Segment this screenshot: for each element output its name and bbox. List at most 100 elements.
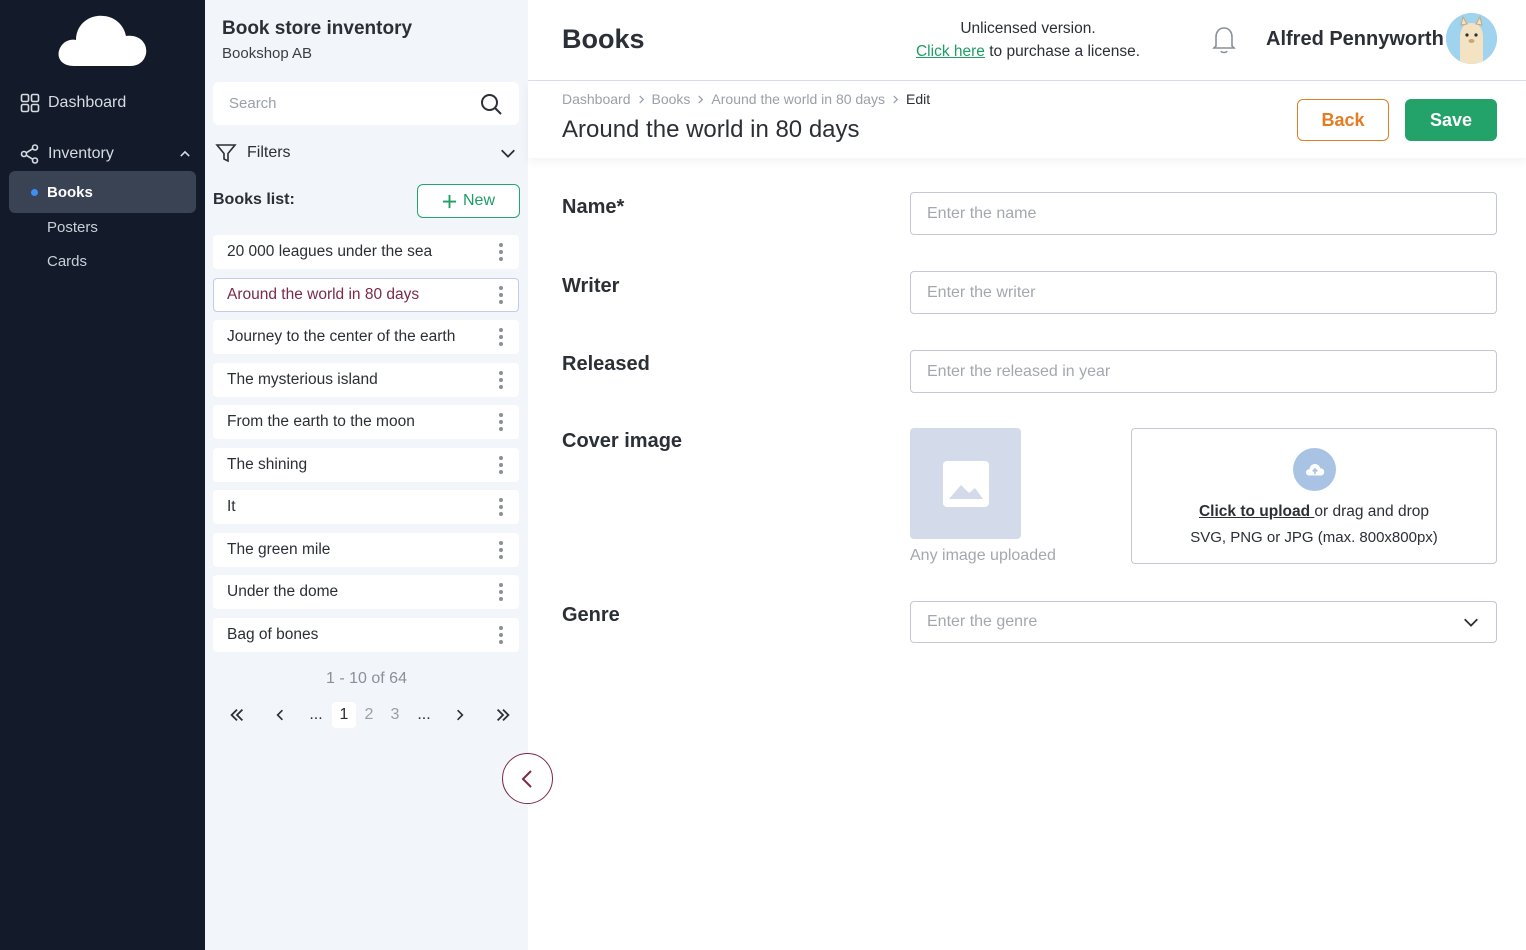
page-3[interactable]: 3 bbox=[385, 702, 405, 728]
genre-placeholder: Enter the genre bbox=[927, 613, 1038, 630]
last-page-icon[interactable] bbox=[489, 702, 517, 728]
name-label: Name* bbox=[562, 196, 625, 218]
avatar[interactable] bbox=[1446, 13, 1497, 64]
license-rest: to purchase a license. bbox=[984, 43, 1140, 60]
more-vertical-icon[interactable] bbox=[492, 239, 510, 265]
main-content: Books Unlicensed version. Click here to … bbox=[528, 0, 1526, 950]
genre-select[interactable]: Enter the genre bbox=[910, 601, 1497, 643]
book-title: From the earth to the moon bbox=[227, 413, 415, 430]
chevron-right-icon bbox=[698, 94, 704, 104]
cover-image-caption: Any image uploaded bbox=[910, 547, 1056, 564]
breadcrumb-item[interactable]: Dashboard bbox=[562, 91, 631, 107]
back-button[interactable]: Back bbox=[1297, 99, 1389, 141]
book-title: It bbox=[227, 498, 236, 515]
cloud-icon[interactable] bbox=[56, 12, 148, 68]
cover-image-preview bbox=[910, 428, 1021, 539]
store-subtitle: Bookshop AB bbox=[222, 45, 313, 62]
more-vertical-icon[interactable] bbox=[492, 324, 510, 350]
filter-funnel-icon bbox=[215, 144, 237, 163]
sidebar-item-cards[interactable]: Cards bbox=[9, 240, 196, 282]
chevron-down-icon bbox=[1464, 618, 1478, 627]
book-title: The shining bbox=[227, 455, 308, 473]
search-icon[interactable] bbox=[479, 92, 503, 116]
upload-dropzone[interactable]: Click to upload or drag and drop SVG, PN… bbox=[1131, 428, 1497, 564]
collapse-panel-button[interactable] bbox=[502, 753, 553, 804]
purchase-license-link[interactable]: Click here bbox=[916, 43, 985, 60]
breadcrumb: Dashboard Books Around the world in 80 d… bbox=[562, 91, 930, 107]
nav-inventory-label: Inventory bbox=[48, 145, 114, 162]
more-vertical-icon[interactable] bbox=[492, 579, 510, 605]
more-vertical-icon[interactable] bbox=[492, 282, 510, 308]
new-book-label: New bbox=[462, 192, 495, 209]
list-item-selected[interactable]: Around the world in 80 days bbox=[213, 277, 519, 312]
name-field[interactable] bbox=[910, 192, 1497, 235]
breadcrumb-item[interactable]: Books bbox=[652, 91, 691, 107]
page-1[interactable]: 1 bbox=[332, 702, 356, 728]
next-page-icon[interactable] bbox=[449, 702, 471, 728]
list-item[interactable]: Under the dome bbox=[213, 575, 519, 609]
more-vertical-icon[interactable] bbox=[492, 537, 510, 563]
dashboard-grid-icon bbox=[20, 93, 40, 113]
more-vertical-icon[interactable] bbox=[492, 622, 510, 648]
more-vertical-icon[interactable] bbox=[492, 494, 510, 520]
list-item[interactable]: The shining bbox=[213, 447, 519, 482]
nav-inventory[interactable]: Inventory bbox=[20, 144, 192, 164]
user-name[interactable]: Alfred Pennyworth bbox=[1266, 28, 1444, 51]
save-button[interactable]: Save bbox=[1405, 99, 1497, 141]
upload-rest: or drag and drop bbox=[1314, 503, 1429, 520]
chevron-down-icon[interactable] bbox=[499, 144, 517, 162]
list-item[interactable]: The green mile bbox=[213, 532, 519, 567]
pagination-ellipsis: ... bbox=[309, 706, 323, 723]
released-field[interactable] bbox=[910, 350, 1497, 393]
list-item[interactable]: 20 000 leagues under the sea bbox=[213, 235, 519, 269]
search-box[interactable] bbox=[213, 82, 519, 125]
list-item[interactable]: The mysterious island bbox=[213, 362, 519, 397]
click-to-upload-link[interactable]: Click to upload bbox=[1199, 503, 1314, 520]
first-page-icon[interactable] bbox=[223, 702, 251, 728]
book-title: Journey to the center of the earth bbox=[227, 328, 456, 345]
image-placeholder-icon bbox=[942, 460, 989, 507]
chevron-up-icon[interactable] bbox=[178, 147, 192, 161]
sidebar-item-label: Books bbox=[47, 183, 93, 201]
pagination-ellipsis: ... bbox=[417, 706, 431, 723]
book-title: 20 000 leagues under the sea bbox=[227, 243, 433, 260]
prev-page-icon[interactable] bbox=[269, 702, 291, 728]
list-item[interactable]: It bbox=[213, 490, 519, 524]
search-input[interactable] bbox=[229, 95, 479, 112]
genre-label: Genre bbox=[562, 604, 620, 626]
bell-icon[interactable] bbox=[1208, 22, 1240, 56]
filters-label: Filters bbox=[247, 144, 291, 161]
list-item[interactable]: From the earth to the moon bbox=[213, 405, 519, 439]
books-list-label: Books list: bbox=[213, 191, 295, 208]
pagination-range: 1 - 10 of 64 bbox=[326, 670, 407, 687]
page-2[interactable]: 2 bbox=[359, 702, 379, 728]
more-vertical-icon[interactable] bbox=[492, 452, 510, 478]
writer-field[interactable] bbox=[910, 271, 1497, 314]
writer-label: Writer bbox=[562, 275, 620, 297]
cloud-upload-icon bbox=[1293, 448, 1336, 491]
record-header: Dashboard Books Around the world in 80 d… bbox=[528, 82, 1526, 158]
inventory-nodes-icon bbox=[20, 144, 39, 164]
list-item[interactable]: Bag of bones bbox=[213, 617, 519, 652]
more-vertical-icon[interactable] bbox=[492, 367, 510, 393]
pagination: ... 1 2 3 ... bbox=[219, 702, 519, 728]
new-book-button[interactable]: New bbox=[417, 184, 520, 218]
book-title: Around the world in 80 days bbox=[227, 285, 420, 303]
more-vertical-icon[interactable] bbox=[492, 409, 510, 435]
chevron-left-icon bbox=[521, 769, 532, 788]
upload-hint: SVG, PNG or JPG (max. 800x800px) bbox=[1190, 529, 1438, 546]
store-title: Book store inventory bbox=[222, 18, 413, 39]
license-notice: Unlicensed version. Click here to purcha… bbox=[888, 17, 1168, 63]
active-dot-icon bbox=[31, 189, 38, 196]
nav-dashboard[interactable]: Dashboard bbox=[20, 93, 126, 113]
book-title: The mysterious island bbox=[227, 370, 378, 388]
books-list: 20 000 leagues under the sea Around the … bbox=[213, 235, 519, 660]
filters-toggle[interactable]: Filters bbox=[215, 142, 517, 164]
sidebar-item-label: Cards bbox=[47, 252, 88, 270]
breadcrumb-item[interactable]: Around the world in 80 days bbox=[711, 91, 885, 107]
chevron-right-icon bbox=[893, 94, 899, 104]
chevron-right-icon bbox=[638, 94, 644, 104]
list-item[interactable]: Journey to the center of the earth bbox=[213, 320, 519, 354]
book-title: The green mile bbox=[227, 540, 331, 558]
book-title: Under the dome bbox=[227, 583, 339, 600]
